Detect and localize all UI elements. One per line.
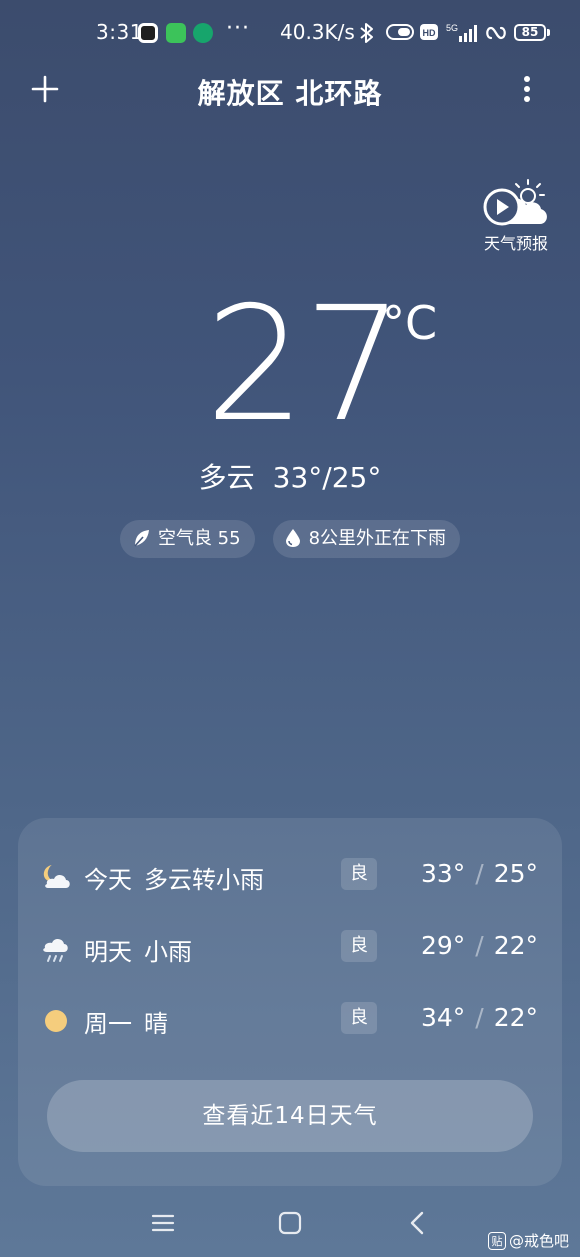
air-quality-chip[interactable]: 空气良 55 — [119, 520, 255, 558]
rain-alert-text: 8公里外正在下雨 — [308, 528, 447, 549]
home-button[interactable] — [275, 1208, 305, 1238]
aqi-badge: 良 — [341, 930, 377, 962]
aqi-badge: 良 — [341, 1002, 377, 1034]
partly-cloudy-night-icon — [43, 865, 70, 888]
play-cloud-icon — [483, 179, 547, 226]
forecast-temp-range: 34° / 22° — [421, 1003, 538, 1032]
forecast-condition: 小雨 — [144, 938, 192, 966]
header: 解放区 北环路 — [0, 66, 580, 118]
sunny-icon — [45, 1010, 67, 1032]
forecast-low: 22° — [493, 1003, 538, 1032]
forecast-high: 33° — [420, 859, 466, 888]
forecast-row-monday[interactable]: 周一晴 良 34° / 22° — [18, 998, 562, 1042]
temp-separator: / — [475, 859, 484, 888]
back-chevron-icon — [410, 1211, 424, 1235]
status-time: 3:31 — [96, 20, 143, 44]
forecast-condition: 晴 — [144, 1010, 168, 1038]
back-button[interactable] — [403, 1208, 433, 1238]
info-chips: 空气良 55 8公里外正在下雨 — [0, 520, 580, 558]
signal-icon: 5G — [446, 22, 480, 49]
daily-forecast-card: 今天 多云转小雨 良 33° / 25° 明天 小雨 良 29° / 22° 周一晴 良 3… — [18, 818, 562, 1186]
forecast-row-tomorrow[interactable]: 明天 小雨 良 29° / 22° — [18, 926, 562, 970]
forecast-high: 34° — [420, 1003, 466, 1032]
forecast-low: 25° — [493, 859, 538, 888]
current-condition-line: 多云 33°/25° — [0, 456, 580, 496]
app-notification-icon — [138, 23, 158, 43]
svg-text:HD: HD — [423, 28, 436, 38]
network-type: 5G — [446, 23, 458, 33]
forecast-row-today[interactable]: 今天 多云转小雨 良 33° / 25° — [18, 854, 562, 898]
weather-forecast-label: 天气预报 — [483, 234, 548, 253]
forecast-high: 29° — [420, 931, 466, 960]
forecast-condition: 多云转小雨 — [144, 866, 264, 894]
temp-separator: / — [475, 1003, 484, 1032]
leaf-icon — [134, 530, 149, 547]
forecast-day-label: 周一晴 — [84, 1004, 168, 1039]
network-speed: 40.3K/s — [280, 20, 355, 44]
more-notifications-icon: ··· — [226, 16, 250, 41]
toggle-icon — [386, 22, 414, 47]
forecast-day-label: 明天 小雨 — [84, 932, 192, 967]
app-notification-icon — [166, 23, 186, 43]
forecast-temp-range: 33° / 25° — [421, 859, 538, 888]
more-vertical-icon — [524, 76, 530, 102]
menu-icon — [151, 1214, 175, 1232]
forecast-low: 22° — [493, 931, 538, 960]
aqi-badge: 良 — [341, 858, 377, 890]
water-drop-icon — [285, 529, 300, 547]
temperature-unit: °C — [382, 296, 438, 350]
temp-separator: / — [475, 931, 484, 960]
hotspot-icon — [484, 22, 508, 49]
hd-icon: HD — [420, 22, 438, 47]
bluetooth-icon — [358, 22, 376, 49]
rain-alert-chip[interactable]: 8公里外正在下雨 — [272, 520, 461, 558]
status-bar: 3:31 ··· 40.3K/s HD 5G 85 — [0, 0, 580, 66]
weather-forecast-video-button[interactable]: 天气预报 — [478, 178, 554, 254]
forecast-temp-range: 29° / 22° — [421, 931, 538, 960]
watermark-text: @戒色吧 — [509, 1232, 570, 1250]
recent-apps-button[interactable] — [148, 1208, 178, 1238]
forecast-day: 今天 — [84, 866, 132, 894]
light-rain-icon — [43, 938, 68, 962]
home-square-icon — [278, 1211, 302, 1235]
forecast-day: 周一 — [84, 1010, 132, 1038]
forecast-day: 明天 — [84, 938, 132, 966]
current-temperature: 27 — [205, 273, 404, 457]
location-title[interactable]: 解放区 北环路 — [0, 72, 580, 112]
forecast-day-label: 今天 多云转小雨 — [84, 860, 264, 895]
current-condition: 多云 — [198, 461, 255, 494]
watermark: 贴 @戒色吧 — [488, 1230, 569, 1251]
air-quality-text: 空气良 55 — [157, 528, 241, 549]
today-high-low: 33°/25° — [272, 461, 382, 494]
watermark-badge: 贴 — [488, 1232, 506, 1250]
battery-indicator: 85 — [514, 24, 550, 41]
view-14-day-forecast-button[interactable]: 查看近14日天气 — [47, 1080, 533, 1152]
app-notification-icon — [193, 23, 213, 43]
more-options-button[interactable] — [512, 72, 542, 108]
